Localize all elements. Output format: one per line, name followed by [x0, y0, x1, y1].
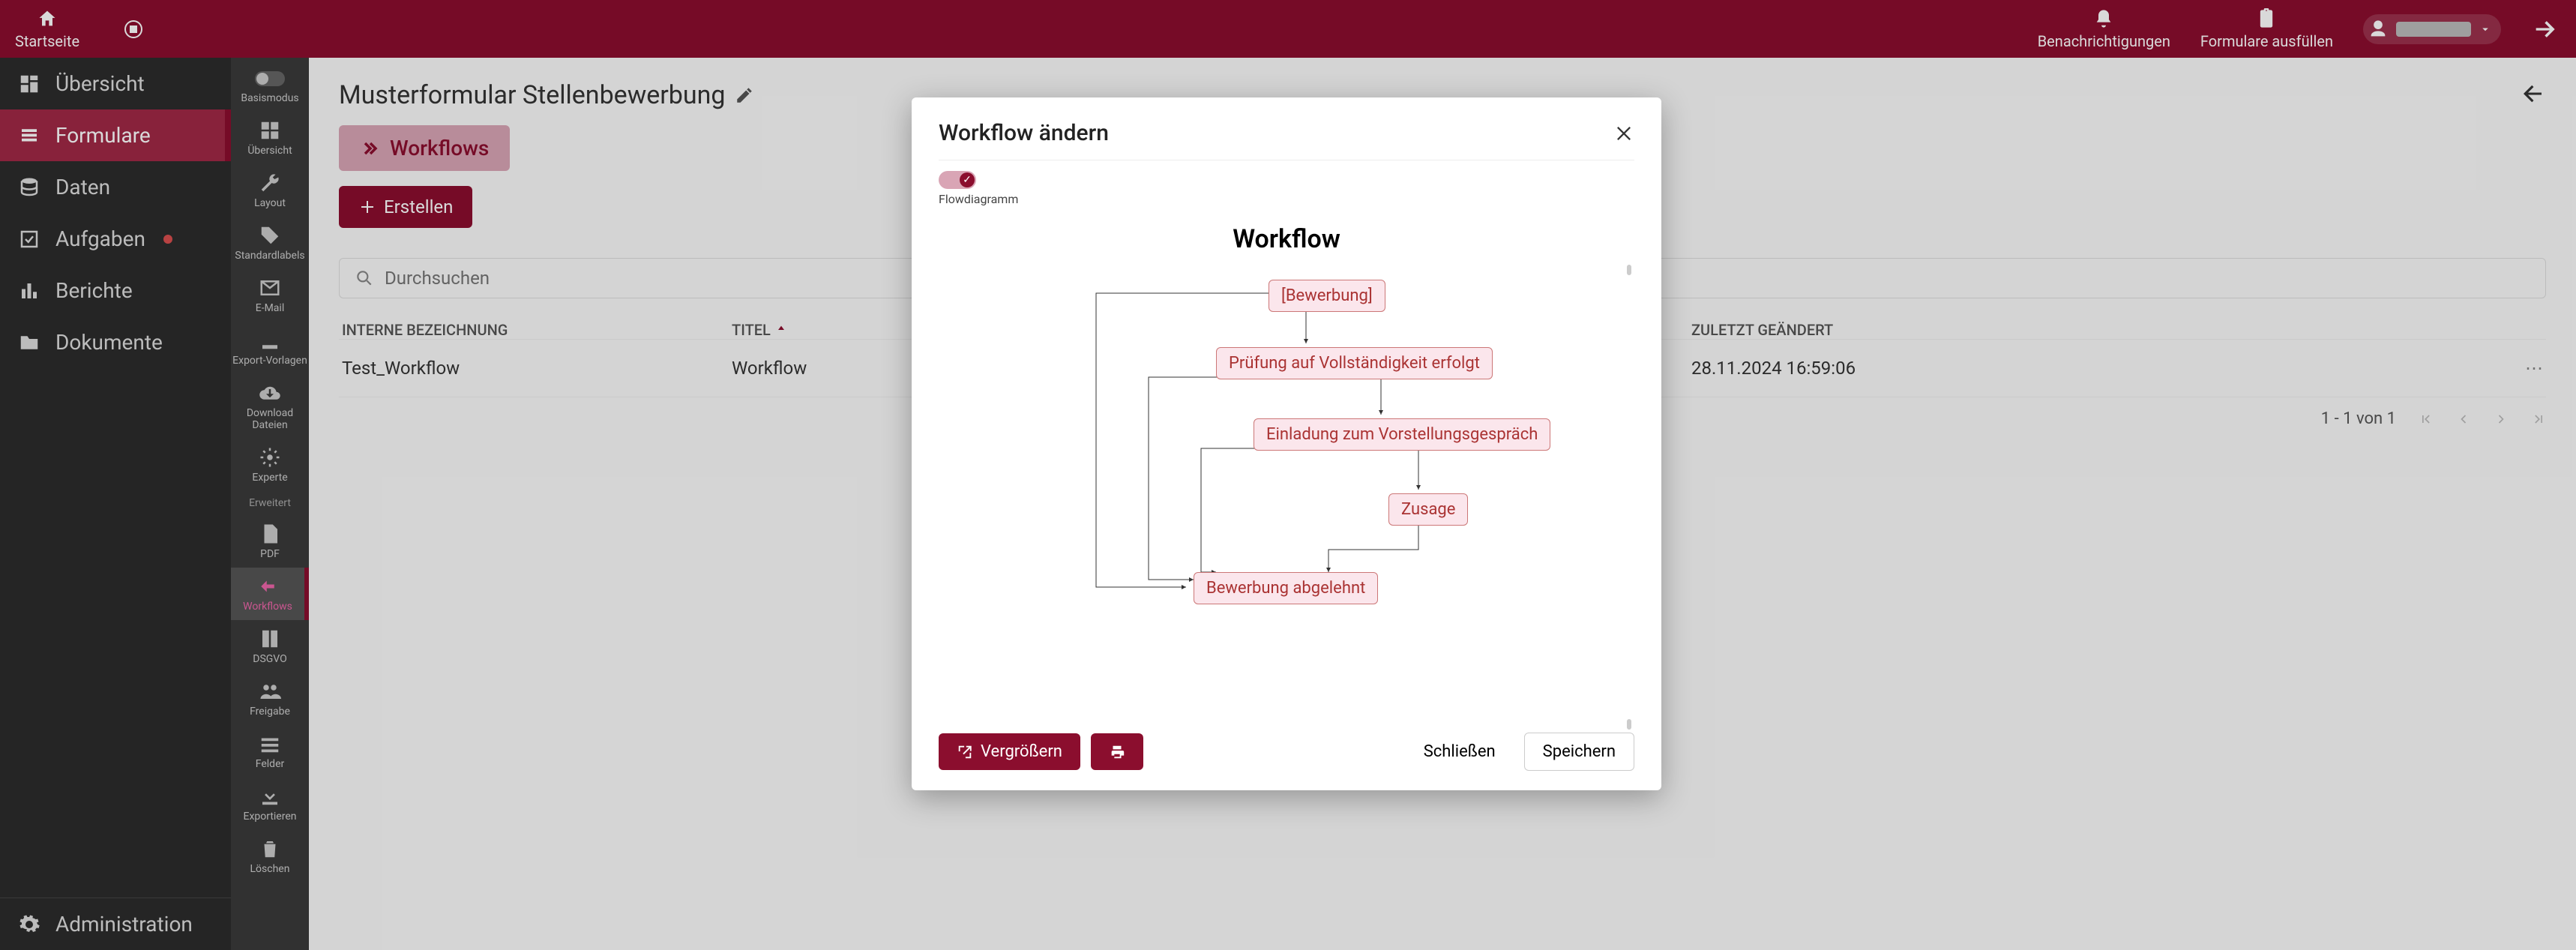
workflow-modal: Workflow ändern Flowdiagramm Workflow [B…: [912, 97, 1661, 790]
print-icon: [1109, 744, 1125, 760]
node-bewerbung[interactable]: [Bewerbung]: [1269, 280, 1385, 312]
save-button[interactable]: Speichern: [1524, 733, 1634, 771]
node-pruefung[interactable]: Prüfung auf Vollständigkeit erfolgt: [1216, 347, 1493, 379]
print-button[interactable]: [1091, 733, 1143, 770]
node-zusage[interactable]: Zusage: [1388, 493, 1468, 526]
node-abgelehnt[interactable]: Bewerbung abgelehnt: [1194, 572, 1378, 604]
switch-on-icon: [939, 171, 976, 189]
close-icon[interactable]: [1613, 123, 1634, 144]
flowdiagram-toggle[interactable]: Flowdiagramm: [939, 171, 1634, 206]
diagram-title: Workflow: [939, 224, 1634, 254]
enlarge-button[interactable]: Vergrößern: [939, 733, 1080, 770]
modal-title: Workflow ändern: [939, 120, 1109, 146]
flowdiagram-label: Flowdiagramm: [939, 192, 1018, 206]
diagram-edges: [939, 265, 1634, 730]
open-in-new-icon: [957, 744, 973, 760]
node-einladung[interactable]: Einladung zum Vorstellungsgespräch: [1254, 418, 1550, 451]
close-button[interactable]: Schließen: [1406, 733, 1514, 771]
workflow-diagram: [Bewerbung] Prüfung auf Vollständigkeit …: [939, 265, 1634, 730]
